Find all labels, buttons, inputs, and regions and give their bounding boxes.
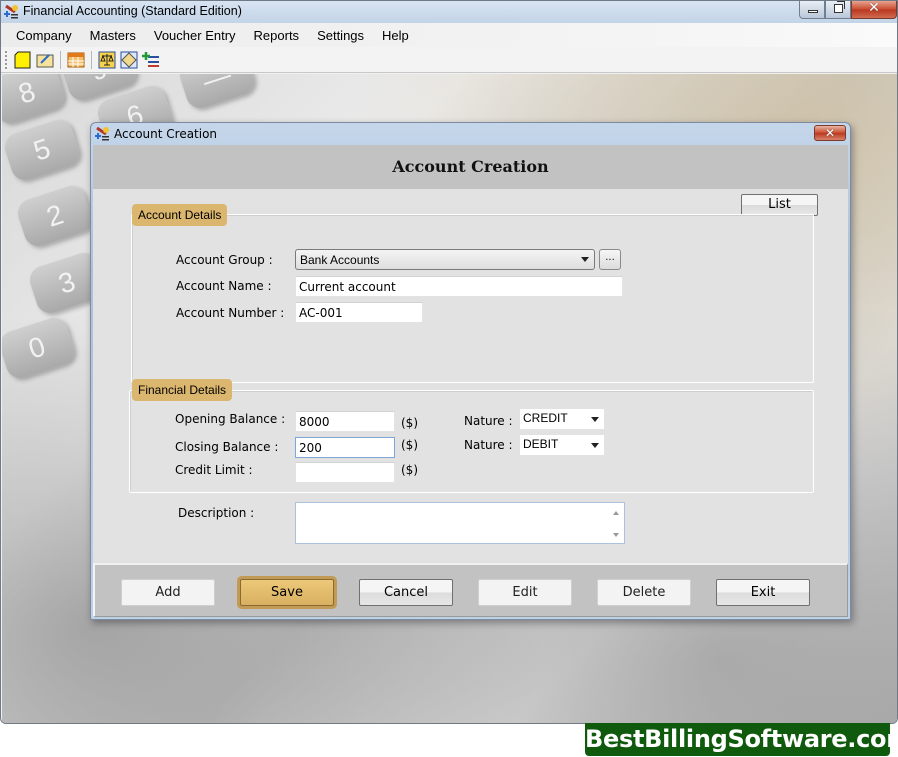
scroll-up-icon[interactable]: [613, 511, 619, 515]
toolbar-new-button[interactable]: [12, 49, 34, 71]
main-window: Financial Accounting (Standard Edition) …: [0, 0, 898, 724]
toolbar-separator: [91, 50, 92, 69]
chevron-down-icon: [591, 417, 599, 422]
account-group-label: Account Group :: [176, 253, 273, 267]
minimize-icon: [808, 10, 818, 13]
scroll-down-icon[interactable]: [613, 533, 619, 537]
close-button[interactable]: ✕: [851, 1, 897, 19]
description-scrollbar[interactable]: [610, 505, 622, 541]
dialog-body: Account Creation List Account Details Ac…: [93, 145, 848, 617]
dialog-heading: Account Creation: [392, 157, 549, 176]
toolbar: [1, 47, 897, 73]
toolbar-balance-button[interactable]: [96, 49, 118, 71]
account-name-label: Account Name :: [176, 279, 272, 293]
account-creation-dialog: Account Creation ✕ Account Creation List…: [90, 122, 851, 620]
credit-limit-label: Credit Limit :: [175, 463, 253, 477]
toolbar-separator: [60, 50, 61, 69]
minimize-button[interactable]: [799, 1, 825, 19]
open-folder-icon: [36, 53, 54, 67]
restore-icon: [834, 1, 845, 13]
background-calculator-key: —: [176, 74, 258, 112]
dialog-app-icon: [95, 126, 109, 141]
account-details-legend: Account Details: [132, 204, 228, 226]
save-button[interactable]: Save: [240, 579, 334, 606]
menu-company[interactable]: Company: [7, 26, 81, 45]
window-title: Financial Accounting (Standard Edition): [23, 4, 242, 18]
credit-limit-input[interactable]: [295, 462, 395, 483]
description-textarea[interactable]: [295, 502, 625, 544]
add-button[interactable]: Add: [121, 579, 215, 606]
closing-balance-label: Closing Balance :: [175, 440, 279, 454]
background-calculator-key: 5: [2, 116, 83, 184]
dialog-title-bar: Account Creation ✕: [91, 123, 850, 145]
toolbar-open-button[interactable]: [34, 49, 56, 71]
menu-help[interactable]: Help: [373, 26, 418, 45]
edit-button[interactable]: Edit: [478, 579, 572, 606]
close-icon: ✕: [868, 0, 880, 16]
menu-bar: Company Masters Voucher Entry Reports Se…: [1, 23, 897, 47]
menu-masters[interactable]: Masters: [81, 26, 145, 45]
account-group-value: Bank Accounts: [300, 253, 380, 267]
opening-nature-label: Nature :: [464, 414, 513, 428]
close-icon: ✕: [824, 126, 836, 140]
toolbar-grip[interactable]: [5, 50, 8, 69]
closing-nature-value: DEBIT: [523, 437, 559, 451]
dialog-title: Account Creation: [114, 127, 218, 141]
action-button-bar: Add Save Cancel Edit Delete Exit: [93, 563, 848, 617]
account-group-browse-button[interactable]: ...: [599, 249, 621, 270]
chevron-down-icon: [581, 257, 589, 262]
toolbar-ledger-button[interactable]: [118, 49, 140, 71]
balance-scale-icon: [98, 51, 116, 68]
calendar-grid-icon: [67, 52, 85, 67]
title-bar: Financial Accounting (Standard Edition) …: [1, 1, 897, 23]
delete-button[interactable]: Delete: [597, 579, 691, 606]
add-list-icon: [142, 51, 159, 67]
closing-balance-input[interactable]: 200: [295, 437, 395, 458]
closing-currency-label: ($): [401, 438, 418, 452]
opening-nature-value: CREDIT: [523, 411, 568, 425]
menu-settings[interactable]: Settings: [308, 26, 373, 45]
window-controls: ✕: [799, 1, 897, 19]
list-button[interactable]: List: [741, 194, 818, 216]
account-details-group: [131, 214, 814, 383]
website-watermark: BestBillingSoftware.com: [585, 723, 898, 756]
toolbar-calendar-button[interactable]: [65, 49, 87, 71]
exit-button[interactable]: Exit: [716, 579, 810, 606]
closing-nature-dropdown[interactable]: DEBIT: [520, 435, 604, 455]
app-logo-icon: [4, 4, 18, 19]
background-calculator-key: 2: [14, 182, 96, 250]
ledger-note-icon: [120, 51, 138, 68]
opening-balance-label: Opening Balance :: [175, 412, 286, 426]
account-number-label: Account Number :: [176, 306, 285, 320]
closing-nature-label: Nature :: [464, 438, 513, 452]
opening-balance-input[interactable]: 8000: [295, 411, 395, 432]
background-calculator-key: 0: [2, 314, 78, 382]
chevron-down-icon: [591, 443, 599, 448]
account-name-input[interactable]: Current account: [295, 276, 623, 297]
menu-voucher-entry[interactable]: Voucher Entry: [145, 26, 245, 45]
credit-currency-label: ($): [401, 463, 418, 477]
opening-nature-dropdown[interactable]: CREDIT: [520, 409, 604, 429]
dialog-close-button[interactable]: ✕: [814, 125, 846, 141]
menu-reports[interactable]: Reports: [245, 26, 309, 45]
new-file-icon: [14, 51, 31, 68]
description-label: Description :: [178, 506, 255, 520]
dialog-header: Account Creation: [93, 145, 848, 189]
restore-button[interactable]: [825, 1, 851, 19]
account-number-input[interactable]: AC-001: [295, 302, 423, 323]
opening-currency-label: ($): [401, 416, 418, 430]
toolbar-add-list-button[interactable]: [140, 49, 162, 71]
financial-details-legend: Financial Details: [132, 379, 233, 401]
account-group-dropdown[interactable]: Bank Accounts: [295, 249, 595, 270]
cancel-button[interactable]: Cancel: [359, 579, 453, 606]
